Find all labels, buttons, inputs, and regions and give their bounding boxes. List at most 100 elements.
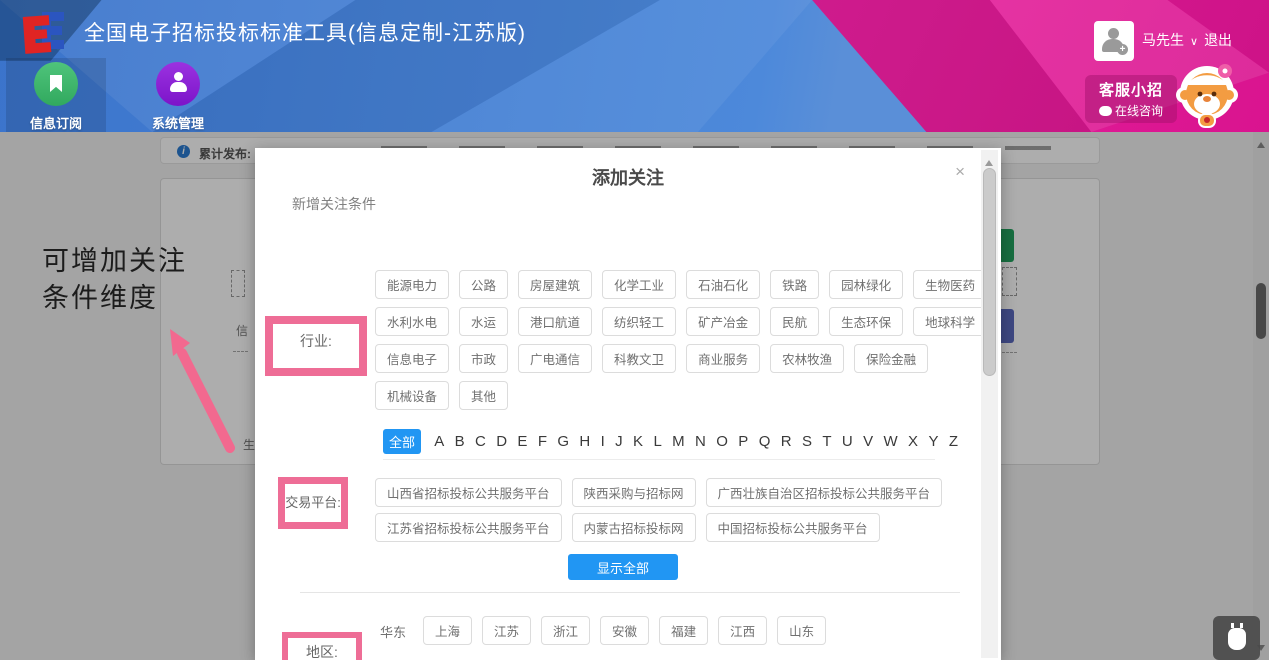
alphabet-letter[interactable]: C: [475, 433, 486, 450]
industry-tag[interactable]: 市政: [459, 344, 508, 373]
industry-tag[interactable]: 农林牧渔: [770, 344, 844, 373]
user-name: 马先生: [1142, 32, 1184, 48]
alphabet-letter[interactable]: O: [716, 433, 728, 450]
alphabet-letter[interactable]: P: [738, 433, 748, 450]
modal-scrollbar-thumb[interactable]: [983, 168, 996, 376]
industry-tag[interactable]: 能源电力: [375, 270, 449, 299]
industry-tag[interactable]: 石油石化: [686, 270, 760, 299]
platform-tag[interactable]: 江苏省招标投标公共服务平台: [375, 513, 562, 542]
industry-tag[interactable]: 机械设备: [375, 381, 449, 410]
industry-tag[interactable]: 房屋建筑: [518, 270, 592, 299]
platform-tag[interactable]: 山西省招标投标公共服务平台: [375, 478, 562, 507]
industry-tag[interactable]: 其他: [459, 381, 508, 410]
region-tag[interactable]: 安徽: [600, 616, 649, 645]
industry-tag[interactable]: 生态环保: [829, 307, 903, 336]
region-tag[interactable]: 福建: [659, 616, 708, 645]
region-tag[interactable]: 浙江: [541, 616, 590, 645]
region-tag[interactable]: 江苏: [482, 616, 531, 645]
industry-tag[interactable]: 商业服务: [686, 344, 760, 373]
industry-tag[interactable]: 科教文卫: [602, 344, 676, 373]
alphabet-letter[interactable]: I: [601, 433, 605, 450]
platform-label: 交易平台:: [285, 484, 341, 511]
modal-scrollbar[interactable]: [981, 150, 998, 658]
alphabet-letter[interactable]: A: [434, 433, 444, 450]
industry-tag[interactable]: 公路: [459, 270, 508, 299]
industry-tag[interactable]: 民航: [770, 307, 819, 336]
platform-tag[interactable]: 广西壮族自治区招标投标公共服务平台: [706, 478, 943, 507]
industry-tag[interactable]: 生物医药: [913, 270, 987, 299]
chat-bubble-icon: [1099, 106, 1112, 116]
industry-tag[interactable]: 广电通信: [518, 344, 592, 373]
alphabet-letter[interactable]: L: [653, 433, 661, 450]
industry-tag-row: 水利水电水运港口航道纺织轻工矿产冶金民航生态环保地球科学: [375, 307, 987, 336]
industry-tag[interactable]: 保险金融: [854, 344, 928, 373]
alphabet-letter[interactable]: V: [863, 433, 873, 450]
region-label-highlight: 地区:: [282, 632, 362, 660]
customer-service-badge[interactable]: 客服小招 在线咨询: [1085, 75, 1177, 123]
region-tag[interactable]: 江西: [718, 616, 767, 645]
app-root: 全国电子招标投标标准工具(信息定制-江苏版) 信息订阅 系统管理 + 马先生 ∨ 退…: [0, 0, 1269, 660]
alphabet-letter[interactable]: B: [455, 433, 465, 450]
alphabet-letter[interactable]: Q: [759, 433, 771, 450]
industry-tag[interactable]: 水利水电: [375, 307, 449, 336]
industry-tag[interactable]: 信息电子: [375, 344, 449, 373]
person-add-icon: [1108, 28, 1119, 39]
region-tag[interactable]: 山东: [777, 616, 826, 645]
alphabet-letter[interactable]: Y: [928, 433, 938, 450]
alphabet-all-button[interactable]: 全部: [383, 429, 421, 454]
alphabet-letter[interactable]: X: [908, 433, 918, 450]
logout-button[interactable]: 退出: [1204, 32, 1232, 48]
industry-tag[interactable]: 园林绿化: [829, 270, 903, 299]
user-area: 马先生 ∨ 退出: [1142, 30, 1238, 50]
chevron-down-icon[interactable]: ∨: [1190, 36, 1198, 48]
industry-tag[interactable]: 港口航道: [518, 307, 592, 336]
scroll-up-icon[interactable]: [985, 156, 993, 166]
app-logo-icon: [16, 8, 78, 61]
industry-tag[interactable]: 水运: [459, 307, 508, 336]
plug-icon: [1228, 628, 1246, 650]
platform-tag[interactable]: 内蒙古招标投标网: [572, 513, 696, 542]
alphabet-letter[interactable]: D: [496, 433, 507, 450]
alphabet-letter[interactable]: K: [633, 433, 643, 450]
floating-tool-button[interactable]: [1213, 616, 1260, 660]
modal-title: 添加关注: [255, 164, 1001, 190]
show-all-button[interactable]: 显示全部: [568, 554, 678, 580]
annotation-arrow-icon: [150, 315, 250, 460]
platform-tag[interactable]: 中国招标投标公共服务平台: [706, 513, 880, 542]
industry-tag[interactable]: 化学工业: [602, 270, 676, 299]
alphabet-letter[interactable]: Z: [949, 433, 958, 450]
industry-tag[interactable]: 铁路: [770, 270, 819, 299]
page-title: 全国电子招标投标标准工具(信息定制-江苏版): [84, 17, 526, 47]
mascot-icon[interactable]: [1173, 57, 1243, 132]
platform-tag[interactable]: 陕西采购与招标网: [572, 478, 696, 507]
alphabet-letter[interactable]: U: [842, 433, 853, 450]
industry-tag[interactable]: 矿产冶金: [686, 307, 760, 336]
alphabet-letter[interactable]: G: [557, 433, 569, 450]
avatar[interactable]: +: [1094, 21, 1134, 61]
alphabet-letter[interactable]: F: [538, 433, 547, 450]
user-icon: [156, 62, 200, 106]
region-label: 地区:: [288, 638, 356, 660]
alphabet-letter[interactable]: W: [884, 433, 898, 450]
alphabet-letter[interactable]: N: [695, 433, 706, 450]
close-icon[interactable]: ×: [955, 162, 965, 182]
industry-tag-row: 机械设备其他: [375, 381, 508, 410]
alphabet-letter[interactable]: H: [579, 433, 590, 450]
alphabet-letter[interactable]: E: [517, 433, 527, 450]
alphabet-letter[interactable]: S: [802, 433, 812, 450]
industry-tag-row: 信息电子市政广电通信科教文卫商业服务农林牧渔保险金融: [375, 344, 928, 373]
alphabet-letter[interactable]: R: [781, 433, 792, 450]
sidebar-item-system-management[interactable]: 系统管理: [130, 62, 226, 132]
add-follow-modal: 添加关注 × 新增关注条件 行业: 能源电力公路房屋建筑化学工业石油石化铁路园林…: [255, 148, 1001, 660]
platform-tag-row: 江苏省招标投标公共服务平台内蒙古招标投标网中国招标投标公共服务平台: [375, 513, 880, 542]
industry-label: 行业:: [273, 324, 359, 351]
industry-tag[interactable]: 纺织轻工: [602, 307, 676, 336]
header: 全国电子招标投标标准工具(信息定制-江苏版) 信息订阅 系统管理 + 马先生 ∨ 退…: [0, 0, 1269, 132]
industry-tag[interactable]: 地球科学: [913, 307, 987, 336]
sidebar-item-info-subscription[interactable]: 信息订阅: [8, 62, 104, 132]
plus-icon: +: [1117, 44, 1128, 55]
region-tag[interactable]: 上海: [423, 616, 472, 645]
alphabet-letter[interactable]: J: [615, 433, 623, 450]
alphabet-letter[interactable]: M: [672, 433, 685, 450]
alphabet-letter[interactable]: T: [822, 433, 831, 450]
